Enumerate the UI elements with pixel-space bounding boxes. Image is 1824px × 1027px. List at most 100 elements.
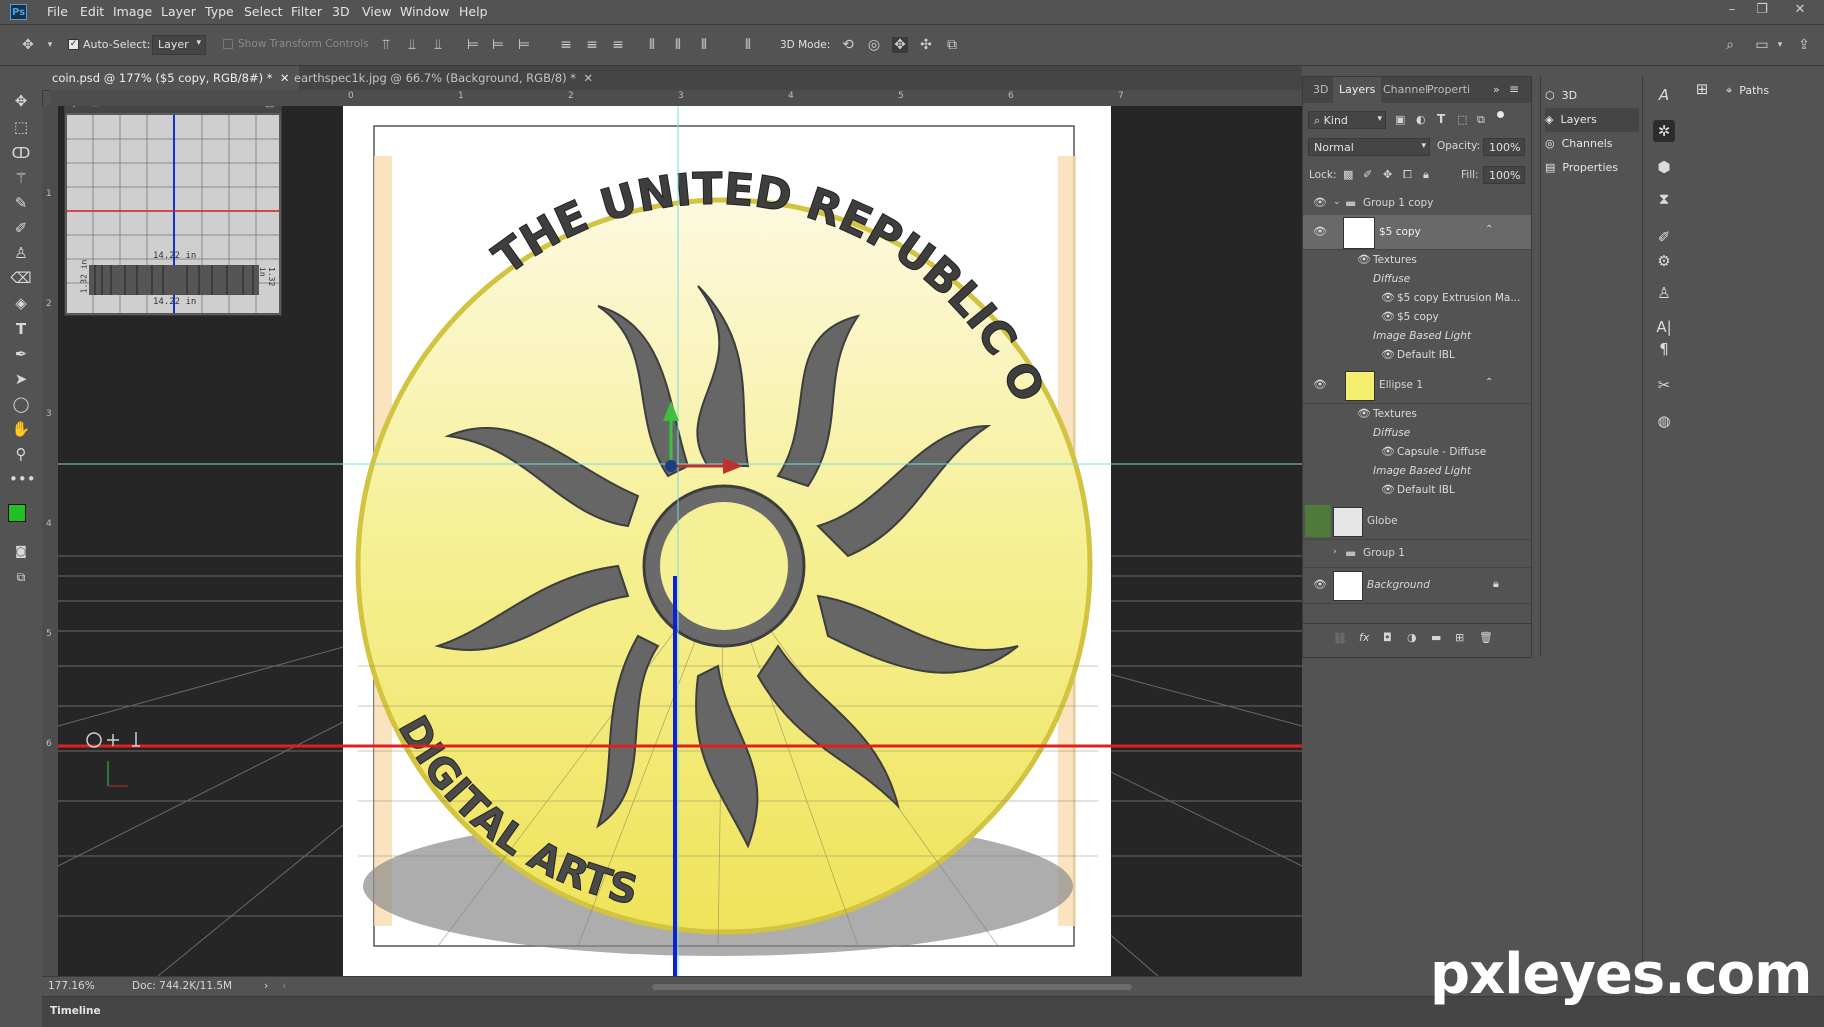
character-icon[interactable]: A (1653, 84, 1675, 106)
3d-orbit-icon[interactable]: ⟲ (840, 37, 856, 53)
layer-effect-row[interactable]: 👁︎ Textures (1303, 251, 1521, 270)
tab-3d[interactable]: 3D (1307, 77, 1334, 103)
menu-select[interactable]: Select (244, 4, 283, 19)
distribute-left-icon[interactable]: ⦀ (644, 37, 660, 53)
layer-effect-row[interactable]: Image Based Light (1303, 327, 1521, 346)
panel-collapse-icon[interactable]: » (1493, 83, 1500, 96)
layer-effect-row[interactable]: 👁︎ Default IBL (1303, 481, 1521, 500)
filter-toggle[interactable] (1497, 111, 1504, 118)
distribute-vcenter-icon[interactable]: ≡ (584, 37, 600, 53)
screen-mode-icon[interactable]: ⧉ (9, 566, 33, 588)
maximize-icon[interactable]: ⬒ (265, 106, 274, 109)
layer-row[interactable]: Globe (1303, 503, 1531, 540)
auto-select-checkbox[interactable]: ✓ (68, 39, 79, 50)
layer-row[interactable]: 👁︎ Background 🔒︎ (1303, 567, 1531, 604)
menu-file[interactable]: File (47, 4, 68, 19)
menu-layer[interactable]: Layer (161, 4, 196, 19)
lock-position-icon[interactable]: ✥ (1383, 168, 1392, 181)
timeline-tab[interactable]: Timeline (50, 1005, 101, 1017)
filter-shape-icon[interactable]: ⬚ (1457, 113, 1467, 126)
chevron-up-icon[interactable]: ⌃ (1485, 224, 1493, 235)
new-layer-icon[interactable]: ⊞ (1455, 631, 1464, 644)
blend-mode-dropdown[interactable]: Normal ▾ (1308, 138, 1430, 156)
tab-properties[interactable]: Properti (1421, 77, 1476, 103)
chevron-down-icon[interactable]: ⌄ (1333, 197, 1341, 207)
eye-icon[interactable]: 👁︎ (1313, 379, 1327, 390)
auto-align-icon[interactable]: ⦀ (740, 37, 756, 53)
type-tool-icon[interactable]: T (9, 318, 33, 340)
eraser-tool-icon[interactable]: ⌫ (9, 267, 33, 289)
eye-icon[interactable]: 👁︎ (1381, 484, 1395, 495)
3d-drag-icon[interactable]: ✥ (892, 37, 908, 53)
show-transform-checkbox[interactable] (223, 39, 233, 49)
close-window-icon[interactable]: ✕ (1790, 2, 1810, 20)
eyedropper-tool-icon[interactable]: ✎ (9, 192, 33, 214)
share-icon[interactable]: ⇪ (1796, 37, 1812, 53)
opacity-input[interactable]: 100% (1483, 138, 1525, 156)
layer-effect-row[interactable]: 👁︎ Default IBL (1303, 346, 1521, 365)
eye-icon[interactable]: 👁︎ (1313, 579, 1327, 590)
eye-icon[interactable]: 👁︎ (1313, 226, 1327, 237)
eye-icon[interactable]: 👁︎ (1381, 446, 1395, 457)
canvas-area[interactable]: THE UNITED REPUBLIC OF PIXLAND DIGITAL A… (58, 106, 1302, 976)
3d-scene-icon[interactable]: ✲ (1653, 120, 1675, 142)
eye-icon[interactable]: 👁︎ (1357, 254, 1371, 265)
restore-icon[interactable]: ❐ (1752, 2, 1772, 20)
lock-all-icon[interactable]: 🔒︎ (1423, 168, 1429, 182)
filter-type-icon[interactable]: T (1437, 112, 1445, 126)
layer-row[interactable]: 👁︎ Ellipse 1 ⌃ (1303, 367, 1531, 404)
ellipse-tool-icon[interactable]: ◯ (9, 393, 33, 415)
brush-presets-icon[interactable]: ⚙ (1653, 250, 1675, 272)
paragraph-icon[interactable]: ¶ (1653, 338, 1675, 360)
3d-scale-icon[interactable]: ⧉ (944, 37, 960, 53)
zoom-tool-icon[interactable]: ⚲ (9, 443, 33, 465)
fx-icon[interactable]: fx (1359, 631, 1369, 644)
status-menu-arrow-icon[interactable]: › (264, 979, 268, 992)
scroll-left-icon[interactable]: ‹ (282, 979, 286, 992)
chevron-down-icon[interactable]: ▾ (1772, 37, 1788, 53)
tab-earthspec[interactable]: earthspec1k.jpg @ 66.7% (Background, RGB… (284, 66, 603, 90)
view-options-icon[interactable]: ⋮✕ (69, 106, 87, 109)
distribute-top-icon[interactable]: ≡ (558, 37, 574, 53)
eye-icon[interactable]: 👁︎ (1381, 311, 1395, 322)
3d-materials-icon[interactable]: ◍ (1653, 410, 1675, 432)
align-top-icon[interactable]: ⫪ (378, 37, 394, 53)
chevron-up-icon[interactable]: ⌃ (1485, 377, 1493, 388)
marquee-tool-icon[interactable]: ⬚ (9, 116, 33, 138)
menu-3d[interactable]: 3D (332, 4, 350, 19)
move-tool-icon[interactable]: ✥ (9, 90, 33, 112)
character-panel-icon[interactable]: A| (1653, 316, 1675, 338)
panel-3d-button[interactable]: ⬡ 3D (1545, 84, 1639, 108)
layer-effect-row[interactable]: 👁︎ $5 copy (1303, 308, 1521, 327)
horizontal-scrollbar[interactable] (652, 984, 1132, 990)
fill-input[interactable]: 100% (1483, 166, 1525, 184)
search-icon[interactable]: ⌕ (1722, 37, 1738, 53)
lock-transparent-icon[interactable]: ▩ (1343, 168, 1353, 181)
menu-type[interactable]: Type (205, 4, 234, 19)
zoom-level[interactable]: 177.16% (48, 980, 95, 992)
chevron-down-icon[interactable]: ▾ (42, 37, 58, 53)
new-group-icon[interactable]: ▬ (1431, 631, 1441, 644)
workspace-icon[interactable]: ▭ (1754, 37, 1770, 53)
align-bottom-icon[interactable]: ⫫ (430, 37, 446, 53)
align-vcenter-icon[interactable]: ⫫ (404, 37, 420, 53)
3d-mesh-icon[interactable]: ⬢ (1653, 156, 1675, 178)
lock-artboard-icon[interactable]: ⧠ (1403, 168, 1412, 182)
distribute-hcenter-icon[interactable]: ⦀ (670, 37, 686, 53)
layer-row[interactable]: › ▬ Group 1 (1303, 539, 1531, 568)
layer-effect-row[interactable]: Image Based Light (1303, 462, 1521, 481)
align-left-icon[interactable]: ⊨ (465, 37, 481, 53)
auto-select-target-dropdown[interactable]: Layer ▾ (152, 35, 206, 55)
view-select-icon[interactable]: ⊞▾ (91, 106, 104, 109)
minimize-icon[interactable]: – (1722, 2, 1742, 20)
panel-menu-icon[interactable]: ≡ (1509, 82, 1519, 96)
filter-kind-dropdown[interactable]: ⌕ Kind ▾ (1308, 111, 1386, 129)
panel-paths-button[interactable]: ⌖ Paths (1726, 80, 1820, 102)
path-select-tool-icon[interactable]: ➤ (9, 368, 33, 390)
filter-pixel-icon[interactable]: ▣ (1395, 113, 1405, 126)
menu-filter[interactable]: Filter (291, 4, 322, 19)
align-hcenter-icon[interactable]: ⊨ (490, 37, 506, 53)
distribute-bottom-icon[interactable]: ≡ (610, 37, 626, 53)
magic-wand-tool-icon[interactable]: ⚚ (9, 167, 33, 189)
layer-effect-row[interactable]: Diffuse (1303, 424, 1521, 443)
